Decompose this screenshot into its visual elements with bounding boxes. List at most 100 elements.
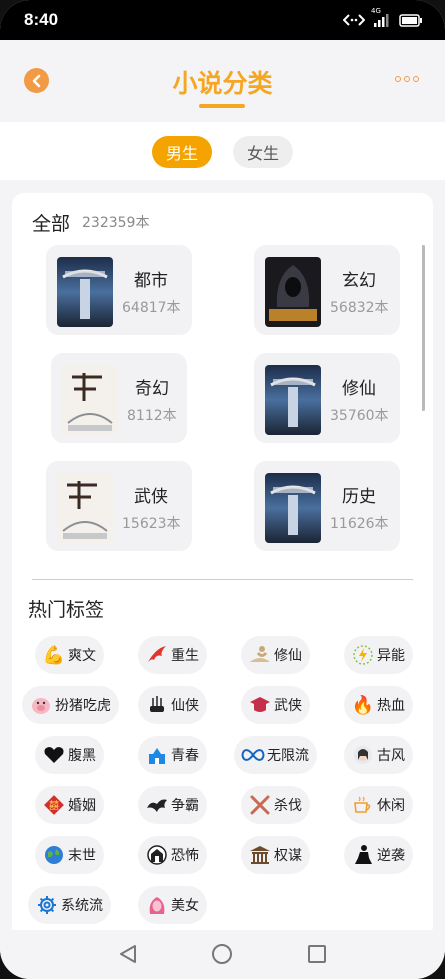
tag-yineng[interactable]: 异能 (344, 636, 413, 674)
tag-qingchun[interactable]: 青春 (138, 736, 207, 774)
gender-tab-bar: 男生 女生 (0, 122, 445, 180)
tag-zhengba[interactable]: 争霸 (138, 786, 207, 824)
tag-label: 逆袭 (377, 848, 405, 864)
book-cover-image (57, 473, 113, 543)
category-item-xuanhuan[interactable]: 玄幻 56832本 (254, 245, 400, 335)
energy-icon (350, 642, 376, 668)
tag-label: 异能 (377, 648, 405, 664)
tag-label: 争霸 (171, 798, 199, 814)
book-cover-image (265, 365, 321, 435)
double-happiness-icon: 囍 (41, 792, 67, 818)
book-cover-image (265, 473, 321, 543)
status-icons: 4G (342, 7, 423, 31)
tag-label: 恐怖 (171, 848, 199, 864)
incense-icon (144, 692, 170, 718)
phoenix-icon (144, 642, 170, 668)
tag-gufeng[interactable]: 古风 (344, 736, 413, 774)
tag-label: 修仙 (274, 648, 302, 664)
tab-female[interactable]: 女生 (233, 136, 293, 168)
tag-rexue[interactable]: 🔥 热血 (344, 686, 413, 724)
tag-wuxia[interactable]: 武侠 (241, 686, 310, 724)
dragon-icon (144, 792, 170, 818)
tag-meinv[interactable]: 美女 (138, 886, 207, 924)
more-dots-icon (395, 76, 401, 82)
category-item-lishi[interactable]: 历史 11626本 (254, 461, 400, 551)
pig-icon (28, 692, 54, 718)
category-item-xiuxian[interactable]: 修仙 35760本 (254, 353, 400, 443)
black-heart-icon (41, 742, 67, 768)
coffee-icon (350, 792, 376, 818)
tag-label: 青春 (171, 748, 199, 764)
book-cover-image (57, 257, 113, 327)
tag-xiuxian[interactable]: 修仙 (241, 636, 310, 674)
signal-icon: 4G (371, 7, 391, 31)
tag-moshi[interactable]: 末世 (35, 836, 104, 874)
tag-label: 婚姻 (68, 798, 96, 814)
tag-wuxianliu[interactable]: 无限流 (234, 736, 317, 774)
tag-label: 古风 (377, 748, 405, 764)
tag-label: 美女 (171, 898, 199, 914)
tag-label: 休闲 (377, 798, 405, 814)
tag-shuangwen[interactable]: 💪 爽文 (35, 636, 104, 674)
page-title: 小说分类 (172, 69, 273, 98)
tag-xianxia[interactable]: 仙侠 (138, 686, 207, 724)
tag-kongbu[interactable]: 恐怖 (138, 836, 207, 874)
category-name: 武侠 (134, 487, 168, 507)
category-count: 11626本 (330, 516, 389, 532)
category-count: 64817本 (122, 300, 181, 316)
tag-shafa[interactable]: 杀伐 (241, 786, 310, 824)
tag-label: 重生 (171, 648, 199, 664)
scrollbar[interactable] (422, 245, 425, 411)
category-name: 玄幻 (342, 271, 376, 291)
all-section-count: 232359本 (82, 215, 150, 231)
header: 小说分类 (0, 40, 445, 120)
hot-tags-title: 热门标签 (28, 599, 105, 621)
meditation-icon (247, 642, 273, 668)
category-name: 奇幻 (135, 379, 169, 399)
tag-chongsheng[interactable]: 重生 (138, 636, 207, 674)
nav-home-button[interactable] (212, 944, 232, 964)
status-time: 8:40 (24, 10, 59, 29)
book-cover-image (62, 365, 118, 435)
tag-fuhei[interactable]: 腹黑 (35, 736, 104, 774)
climbing-icon (350, 842, 376, 868)
earth-icon (41, 842, 67, 868)
tag-label: 权谋 (274, 848, 302, 864)
category-count: 15623本 (122, 516, 181, 532)
svg-text:囍: 囍 (49, 799, 59, 812)
category-name: 修仙 (342, 379, 376, 399)
more-button[interactable] (395, 76, 419, 82)
tag-label: 武侠 (274, 698, 302, 714)
nav-recents-button[interactable] (308, 945, 326, 963)
school-icon (144, 742, 170, 768)
category-count: 35760本 (330, 408, 389, 424)
gear-icon (34, 892, 60, 918)
fire-icon: 🔥 (351, 694, 375, 716)
tag-hunyin[interactable]: 囍婚姻 (35, 786, 104, 824)
tag-banzhuchihu[interactable]: 扮猪吃虎 (22, 686, 119, 724)
nav-back-button[interactable] (118, 944, 138, 968)
tag-xitongliu[interactable]: 系统流 (28, 886, 111, 924)
status-bar: 8:40 4G (0, 0, 445, 40)
tag-quanmou[interactable]: 权谋 (241, 836, 310, 874)
tag-label: 系统流 (61, 898, 103, 914)
screen: 8:40 4G 小说分类 男生 女生 全部 232359本 都市 64817本 … (0, 0, 445, 979)
tag-label: 仙侠 (171, 698, 199, 714)
category-count: 8112本 (127, 408, 177, 424)
ancient-figure-icon (350, 742, 376, 768)
tab-male[interactable]: 男生 (152, 136, 212, 168)
category-item-dushi[interactable]: 都市 64817本 (46, 245, 192, 335)
category-count: 56832本 (330, 300, 389, 316)
category-item-qihuan[interactable]: 奇幻 8112本 (51, 353, 187, 443)
tag-label: 爽文 (68, 648, 96, 664)
category-name: 历史 (342, 487, 376, 507)
haunted-house-icon (144, 842, 170, 868)
tag-label: 杀伐 (274, 798, 302, 814)
tag-nixi[interactable]: 逆袭 (344, 836, 413, 874)
title-underline (199, 104, 245, 108)
muscle-icon: 💪 (42, 644, 66, 666)
tag-xiuxian-leisure[interactable]: 休闲 (344, 786, 413, 824)
system-nav-bar (0, 930, 445, 979)
cast-icon (342, 12, 366, 31)
category-item-wuxia[interactable]: 武侠 15623本 (46, 461, 192, 551)
